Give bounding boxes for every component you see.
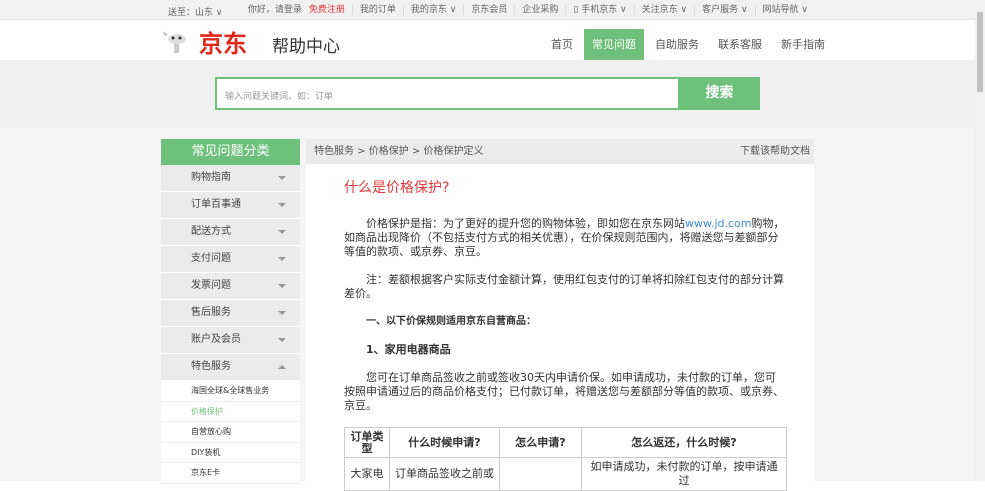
sidebar-sub-ecard[interactable]: 京东E卡 [161,463,300,484]
rules-table: 订单类型 什么时候申请? 怎么申请? 怎么返还，什么时候? 大家电 订单商品签收… [344,427,787,491]
subsection-heading: 1、家用电器商品 [366,343,451,356]
table-header: 订单类型 [344,427,390,458]
sidebar-sub-global[interactable]: 海国全球&全球售业务 [161,381,300,402]
sidebar-sub-assured[interactable]: 自营放心购 [161,422,300,443]
sidebar-item-account[interactable]: 账户及会员 [161,327,300,354]
nav-faq[interactable]: 常见问题 [584,29,644,60]
main-nav: 首页 常见问题 自助服务 联系客服 新手指南 [540,29,833,60]
sidebar-sub-price-protection[interactable]: 价格保护 [161,401,300,422]
section-heading: 一、以下价保规则适用京东自营商品： [366,316,536,327]
search-band: 输入问题关键词，如：订单 搜索 [0,60,985,128]
nav-self-service[interactable]: 自助服务 [647,29,707,60]
article-content: 什么是价格保护? 价格保护是指：为了更好的提升您的购物体验，即如您在京东网站ww… [306,181,814,491]
jd-dog-icon [162,29,195,55]
site-nav-link[interactable]: 网站导航 ∨ [754,5,815,15]
customer-service-link[interactable]: 客户服务 ∨ [694,5,754,15]
top-bar: 送至：山东 ∨ 你好，请登录 免费注册 我的订单 我的京东 ∨ 京东会员 企业采… [0,0,985,20]
sidebar-sub-diy[interactable]: DIY装机 [161,442,300,463]
paragraph: 价格保护是指：为了更好的提升您的购物体验，即如您在京东网站www.jd.com购… [344,217,786,259]
sidebar-item-shopping-guide[interactable]: 购物指南 [161,165,300,192]
login-link[interactable]: 你好，请登录 [241,5,309,15]
breadcrumb-path[interactable]: 特色服务 > 价格保护 > 价格保护定义 [314,146,483,157]
table-row: 大家电 订单商品签收之前或 如申请成功，未付款的订单，按申请通过 [344,457,787,491]
mobile-jd-link[interactable]: ▯ 手机京东 ∨ [565,5,633,15]
search-button[interactable]: 搜索 [679,77,760,110]
article-panel: 特色服务 > 价格保护 > 价格保护定义 下载该帮助文档 什么是价格保护? 价格… [306,139,814,491]
table-header: 怎么申请? [499,427,582,458]
nav-home[interactable]: 首页 [543,29,581,60]
scrollbar-thumb[interactable] [977,12,983,92]
table-header: 怎么返还，什么时候? [581,427,787,458]
jd-link[interactable]: www.jd.com [685,217,752,230]
location-selector[interactable]: 送至：山东 ∨ [168,5,222,18]
page-title: 帮助中心 [272,37,340,57]
table-cell: 大家电 [344,457,390,491]
table-cell: 订单商品签收之前或 [389,457,500,491]
nav-guide[interactable]: 新手指南 [773,29,833,60]
sidebar-item-delivery[interactable]: 配送方式 [161,219,300,246]
table-cell [499,457,582,491]
table-cell: 如申请成功，未付款的订单，按申请通过 [581,457,787,491]
top-links: 你好，请登录 免费注册 我的订单 我的京东 ∨ 京东会员 企业采购 ▯ 手机京东… [241,5,815,15]
search-input[interactable]: 输入问题关键词，如：订单 [215,77,680,110]
logo-text: 京东 [199,30,247,58]
follow-jd-link[interactable]: 关注京东 ∨ [633,5,694,15]
note-paragraph: 注：差额根据客户实际支付金额计算，使用红包支付的订单将扣除红包支付的部分计算差价… [344,273,784,300]
paragraph: 您可在订单商品签收之前或签收30天内申请价保。如申请成功，未付款的订单，您可按照… [344,371,784,412]
sidebar-item-invoice[interactable]: 发票问题 [161,273,300,300]
nav-contact[interactable]: 联系客服 [710,29,770,60]
membership-link[interactable]: 京东会员 [463,5,514,15]
my-orders-link[interactable]: 我的订单 [351,5,403,15]
sidebar-item-payment[interactable]: 支付问题 [161,246,300,273]
sidebar-item-special-services[interactable]: 特色服务 [161,354,300,381]
text: 价格保护是指：为了更好的提升您的购物体验，即如您在京东网站 [366,217,685,230]
enterprise-link[interactable]: 企业采购 [514,5,565,15]
sidebar: 常见问题分类 购物指南 订单百事通 配送方式 支付问题 发票问题 售后服务 账户… [161,139,300,484]
my-jd-link[interactable]: 我的京东 ∨ [402,5,463,15]
register-link[interactable]: 免费注册 [309,5,352,15]
jd-logo[interactable]: 京东 [162,24,247,59]
table-header: 什么时候申请? [389,427,500,458]
header: 京东 帮助中心 首页 常见问题 自助服务 联系客服 新手指南 [0,20,985,60]
download-doc-link[interactable]: 下载该帮助文档 [740,139,810,164]
article-title: 什么是价格保护? [344,180,450,196]
sidebar-title: 常见问题分类 [161,139,300,165]
sidebar-item-orders[interactable]: 订单百事通 [161,192,300,219]
sidebar-item-after-sales[interactable]: 售后服务 [161,300,300,327]
breadcrumb: 特色服务 > 价格保护 > 价格保护定义 下载该帮助文档 [306,139,814,164]
scrollbar[interactable] [975,0,985,481]
